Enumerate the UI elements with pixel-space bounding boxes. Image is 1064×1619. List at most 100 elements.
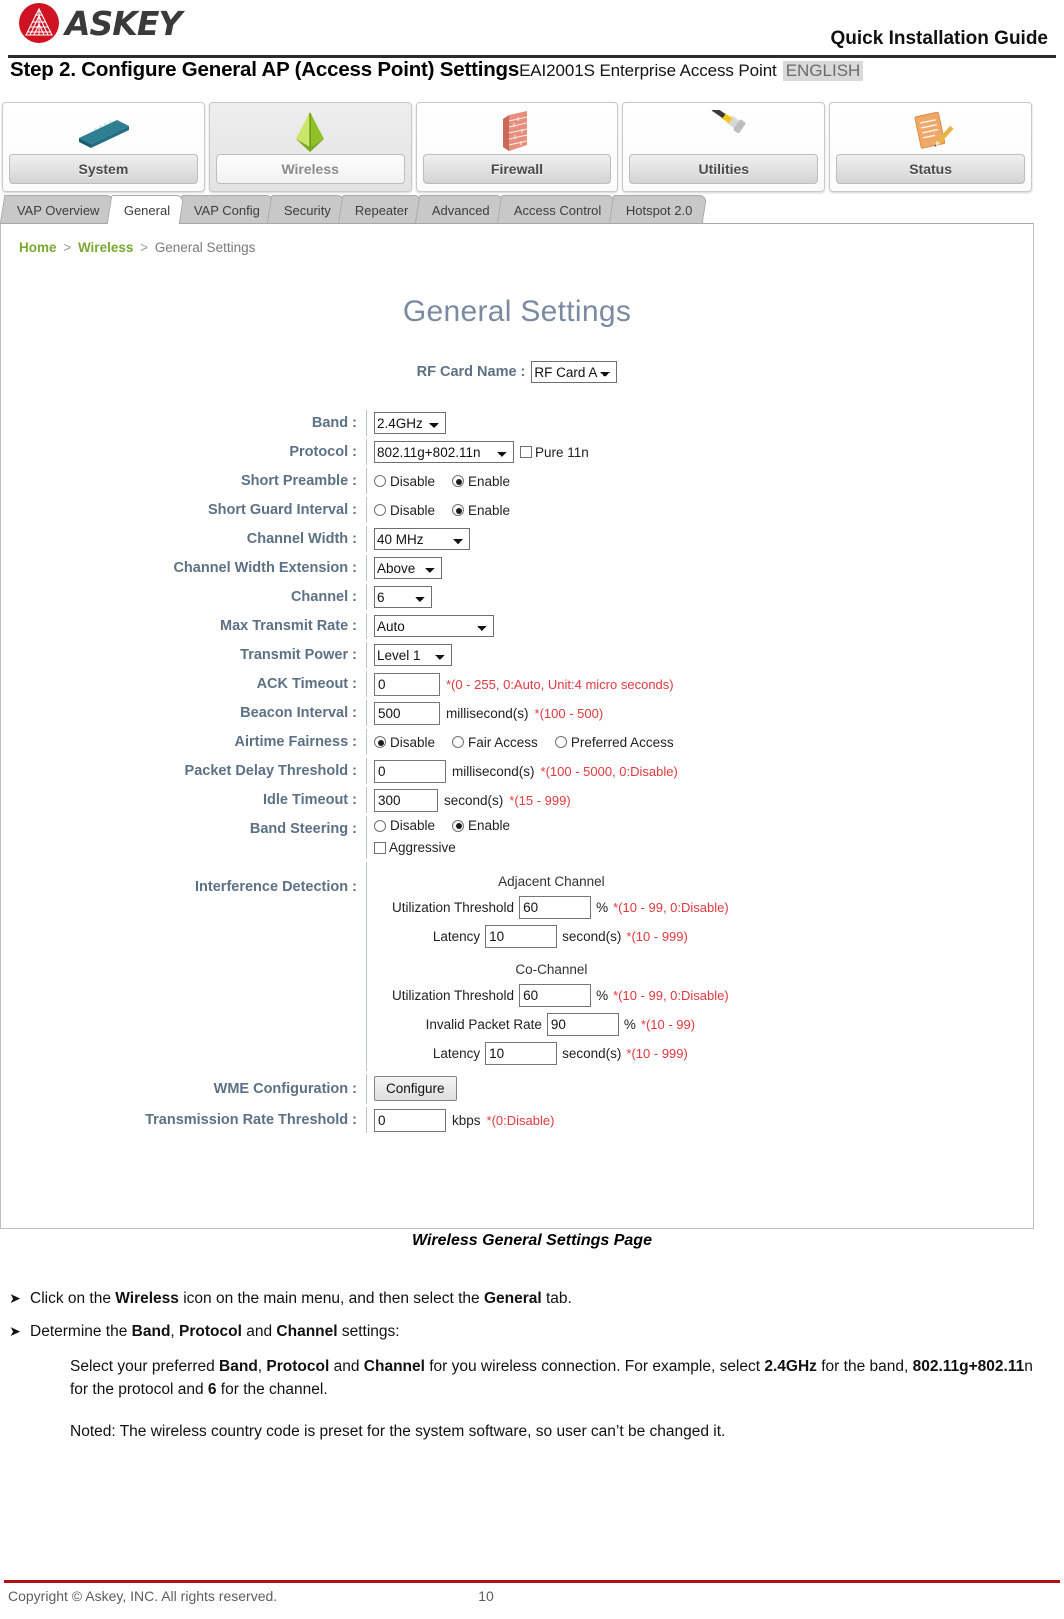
- max-transmit-rate-select[interactable]: Auto: [374, 615, 494, 637]
- document-header: ASKEY Quick Installation Guide: [0, 0, 1064, 62]
- page-number-wrap: 10: [0, 1588, 1064, 1604]
- band-steering-radio-group: Disable Enable: [374, 818, 510, 833]
- short-guard-enable-radio[interactable]: [452, 504, 465, 516]
- antenna-signal-icon: [210, 109, 411, 155]
- tab-general[interactable]: General: [106, 195, 185, 224]
- askey-logo-mark: [18, 2, 60, 44]
- breadcrumb-home[interactable]: Home: [19, 240, 57, 255]
- airtime-fairness-disable-radio[interactable]: [374, 736, 386, 748]
- field-label: Channel Width Extension :: [173, 560, 357, 576]
- beacon-interval-hint: *(100 - 500): [534, 705, 604, 721]
- main-menu-item-firewall[interactable]: Firewall: [415, 102, 619, 192]
- aggressive-checkbox[interactable]: [374, 841, 386, 854]
- field-label: Transmit Power :: [240, 647, 357, 663]
- para-text-1: Select your preferred: [70, 1357, 220, 1375]
- para-text-4: for you wireless connection. For example…: [424, 1357, 765, 1375]
- bullet1-bold-general: General: [483, 1290, 542, 1307]
- field-label: Band Steering :: [249, 821, 357, 837]
- tab-vap-overview[interactable]: VAP Overview: [0, 195, 114, 224]
- wme-configure-button[interactable]: Configure: [374, 1076, 457, 1101]
- co-latency-unit: second(s): [562, 1046, 622, 1061]
- step-heading-line: Step 2. Configure General AP (Access Poi…: [10, 58, 1060, 82]
- transmit-power-select[interactable]: Level 1: [374, 644, 452, 666]
- bullet2-text-4: settings:: [337, 1323, 400, 1341]
- pure-11n-checkbox[interactable]: [520, 446, 532, 458]
- adjacent-latency-label: Latency: [432, 929, 481, 944]
- short-preamble-enable-label: Enable: [468, 473, 511, 489]
- adjacent-latency-input[interactable]: [485, 925, 558, 948]
- breadcrumb: Home > Wireless > General Settings: [1, 224, 1033, 255]
- co-latency-input[interactable]: [485, 1042, 558, 1065]
- main-menu-item-utilities[interactable]: Utilities: [622, 102, 826, 192]
- protocol-select[interactable]: 802.11g+802.11n: [374, 441, 514, 463]
- band-steering-disable-radio[interactable]: [374, 819, 386, 832]
- co-latency-row: Latency second(s) *(10 - 999): [415, 1042, 688, 1065]
- field-label: Channel :: [290, 589, 357, 605]
- field-label: ACK Timeout :: [256, 676, 357, 692]
- pure-11n-checkbox-wrap[interactable]: Pure 11n: [520, 445, 589, 460]
- field-max-transmit-rate: Max Transmit Rate : Auto: [1, 613, 1033, 639]
- band-steering-enable-label: Enable: [468, 818, 511, 833]
- instruction-paragraph: Select your preferred Band, Protocol and…: [70, 1355, 1064, 1402]
- airtime-fairness-preferred-access-radio[interactable]: [554, 736, 567, 748]
- main-menu-label: Wireless: [215, 154, 405, 184]
- main-menu-item-wireless[interactable]: Wireless: [208, 102, 412, 192]
- pure-11n-label: Pure 11n: [535, 444, 589, 460]
- channel-width-select[interactable]: 40 MHz: [374, 528, 470, 550]
- tab-access-control[interactable]: Access Control: [496, 195, 616, 224]
- beacon-interval-input[interactable]: [374, 701, 440, 725]
- adjacent-utilization-label: Utilization Threshold: [392, 900, 515, 915]
- device-ui-screenshot: System Wireless Firewall Utilities Statu…: [0, 100, 1034, 1230]
- short-preamble-radio-group: Disable Enable: [374, 474, 510, 489]
- band-select[interactable]: 2.4GHz: [374, 412, 446, 434]
- channel-select[interactable]: 6: [374, 586, 432, 608]
- short-guard-disable-radio[interactable]: [374, 504, 386, 516]
- rf-card-name-select[interactable]: RF Card A: [531, 361, 618, 383]
- airtime-fairness-disable-label: Disable: [390, 734, 436, 750]
- field-wme-configuration: WME Configuration : Configure: [1, 1074, 1033, 1104]
- figure-caption: Wireless General Settings Page: [412, 1232, 652, 1249]
- band-steering-enable-radio[interactable]: [452, 819, 465, 832]
- aggressive-label: Aggressive: [389, 840, 456, 855]
- co-latency-label: Latency: [432, 1046, 481, 1061]
- ack-timeout-input[interactable]: [374, 672, 440, 696]
- askey-wordmark: ASKEY: [65, 3, 182, 43]
- tab-label: Security: [283, 202, 331, 218]
- tab-advanced[interactable]: Advanced: [415, 195, 505, 224]
- tab-vap-config[interactable]: VAP Config: [176, 195, 275, 224]
- para-text-5: for the band,: [816, 1357, 913, 1375]
- adjacent-utilization-input[interactable]: [519, 896, 592, 919]
- co-invalid-packet-input[interactable]: [546, 1013, 619, 1036]
- bullet1-text-3: tab.: [541, 1290, 572, 1307]
- tab-hotspot-20[interactable]: Hotspot 2.0: [608, 195, 707, 224]
- bullet2-text-2: ,: [170, 1323, 180, 1341]
- packet-delay-threshold-input[interactable]: [374, 759, 446, 783]
- general-settings-form: Band : 2.4GHz Protocol : 802.11g+802.11n: [1, 410, 1033, 1133]
- short-preamble-disable-radio[interactable]: [374, 475, 386, 487]
- tab-security[interactable]: Security: [266, 195, 346, 224]
- channel-width-extension-select[interactable]: Above: [374, 557, 442, 579]
- transmission-rate-threshold-input[interactable]: [374, 1108, 446, 1132]
- main-menu-item-system[interactable]: System: [2, 102, 205, 192]
- airtime-fairness-fair-access-radio[interactable]: [452, 736, 465, 748]
- adjacent-latency-unit: second(s): [562, 929, 622, 944]
- settings-panel: Home > Wireless > General Settings Gener…: [0, 223, 1034, 1229]
- footer-divider: [4, 1580, 1060, 1583]
- breadcrumb-wireless[interactable]: Wireless: [78, 240, 133, 255]
- co-utilization-input[interactable]: [519, 984, 592, 1007]
- tab-repeater[interactable]: Repeater: [337, 195, 423, 224]
- idle-timeout-input[interactable]: [374, 788, 438, 812]
- field-interference-detection: Interference Detection : Adjacent Channe…: [1, 862, 1033, 1071]
- field-label: Protocol :: [289, 444, 357, 460]
- main-menu-label: Utilities: [629, 154, 819, 184]
- aggressive-checkbox-wrap[interactable]: Aggressive: [374, 840, 456, 855]
- main-menu-item-status[interactable]: Status: [829, 102, 1032, 192]
- breadcrumb-separator: >: [140, 240, 149, 255]
- adjacent-utilization-hint: *(10 - 99, 0:Disable): [613, 900, 729, 915]
- quick-installation-guide-label: Quick Installation Guide: [830, 28, 1048, 49]
- step-title: Step 2. Configure General AP (Access Poi…: [10, 58, 520, 81]
- bullet2-text-3: and: [241, 1323, 277, 1341]
- short-preamble-enable-radio[interactable]: [452, 475, 465, 487]
- packet-delay-unit: millisecond(s): [452, 763, 535, 779]
- para-bold-band: Band: [219, 1357, 258, 1375]
